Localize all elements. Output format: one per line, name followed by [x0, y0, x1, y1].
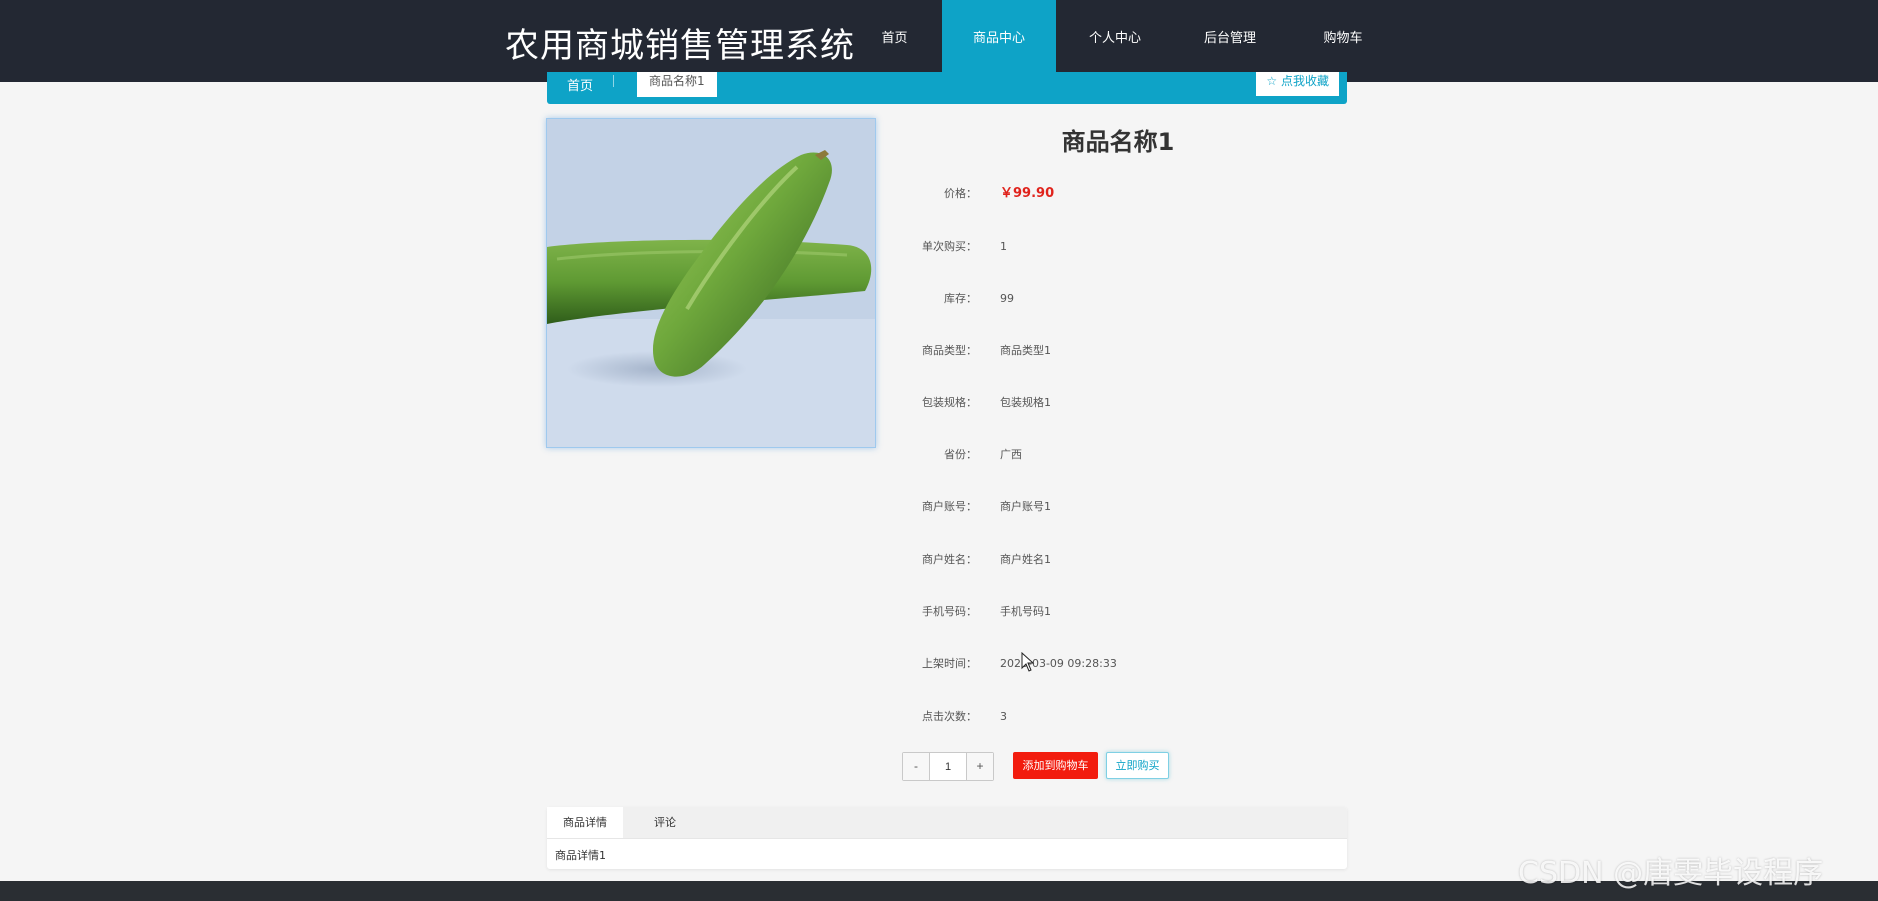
- phone-label: 手机号码：: [922, 605, 977, 618]
- tab-content: 商品详情1: [555, 849, 606, 862]
- attr-row-merchant-account: 商户账号： 商户账号1: [880, 497, 1280, 517]
- merchant-name-label: 商户姓名：: [922, 553, 977, 566]
- buy-now-button[interactable]: 立即购买: [1106, 752, 1169, 779]
- favorite-button[interactable]: ☆ 点我收藏: [1256, 72, 1339, 96]
- click-count-label: 点击次数：: [922, 710, 977, 723]
- tab-bar: 商品详情 评论: [547, 807, 1347, 839]
- nav-products[interactable]: 商品中心: [942, 0, 1056, 82]
- attr-row-stock: 库存： 99: [880, 289, 1280, 309]
- merchant-account-label: 商户账号：: [922, 500, 977, 513]
- stock-value: 99: [1000, 292, 1014, 305]
- tab-product-details[interactable]: 商品详情: [547, 807, 623, 838]
- click-count-value: 3: [1000, 710, 1007, 723]
- quantity-increase-button[interactable]: +: [966, 753, 993, 780]
- single-purchase-label: 单次购买：: [922, 240, 977, 253]
- tab-comments[interactable]: 评论: [623, 807, 707, 838]
- quantity-decrease-button[interactable]: -: [903, 753, 930, 780]
- cucumber-illustration: [547, 119, 875, 447]
- product-image[interactable]: [546, 118, 876, 448]
- attr-row-category: 商品类型： 商品类型1: [880, 341, 1280, 361]
- quantity-input[interactable]: [930, 753, 966, 780]
- product-title: 商品名称1: [1061, 128, 1175, 156]
- province-label: 省份：: [944, 448, 977, 461]
- add-to-cart-button[interactable]: 添加到购物车: [1013, 752, 1098, 779]
- attr-row-price: 价格： ￥99.90: [880, 184, 1280, 204]
- csdn-watermark: CSDN @唐雯毕设程序: [1518, 856, 1824, 891]
- packaging-value: 包装规格1: [1000, 396, 1051, 409]
- breadcrumb-current: 商品名称1: [637, 72, 717, 97]
- product-tabs-panel: 商品详情 评论 商品详情1: [547, 807, 1347, 869]
- nav-home[interactable]: 首页: [857, 0, 932, 82]
- attr-row-phone: 手机号码： 手机号码1: [880, 602, 1280, 622]
- category-label: 商品类型：: [922, 344, 977, 357]
- province-value: 广西: [1000, 448, 1022, 461]
- nav-personal-center[interactable]: 个人中心: [1066, 0, 1164, 82]
- breadcrumb: 首页 商品名称1 ☆ 点我收藏: [547, 72, 1347, 104]
- nav-admin[interactable]: 后台管理: [1180, 0, 1280, 82]
- site-title[interactable]: 农用商城销售管理系统: [505, 18, 855, 67]
- stock-label: 库存：: [944, 292, 977, 305]
- attr-row-merchant-name: 商户姓名： 商户姓名1: [880, 550, 1280, 570]
- attr-row-province: 省份： 广西: [880, 445, 1280, 465]
- packaging-label: 包装规格：: [922, 396, 977, 409]
- quantity-stepper: - +: [902, 752, 994, 781]
- attr-row-packaging: 包装规格： 包装规格1: [880, 393, 1280, 413]
- attr-row-click-count: 点击次数： 3: [880, 707, 1280, 727]
- single-purchase-value: 1: [1000, 240, 1007, 253]
- mouse-cursor-icon: [1021, 652, 1035, 672]
- attr-row-single-purchase: 单次购买： 1: [880, 237, 1280, 257]
- price-value: ￥99.90: [1000, 186, 1055, 201]
- merchant-account-value: 商户账号1: [1000, 500, 1051, 513]
- listed-time-label: 上架时间：: [922, 657, 977, 670]
- listed-time-value: 2023-03-09 09:28:33: [1000, 657, 1117, 670]
- breadcrumb-home[interactable]: 首页: [567, 75, 593, 94]
- phone-value: 手机号码1: [1000, 605, 1051, 618]
- merchant-name-value: 商户姓名1: [1000, 553, 1051, 566]
- top-navbar: 农用商城销售管理系统 首页 商品中心 个人中心 后台管理 购物车: [0, 0, 1878, 82]
- breadcrumb-separator: [613, 75, 614, 87]
- category-value: 商品类型1: [1000, 344, 1051, 357]
- nav-cart[interactable]: 购物车: [1298, 0, 1388, 82]
- price-label: 价格：: [944, 187, 977, 200]
- attr-row-listed-time: 上架时间： 2023-03-09 09:28:33: [880, 654, 1280, 674]
